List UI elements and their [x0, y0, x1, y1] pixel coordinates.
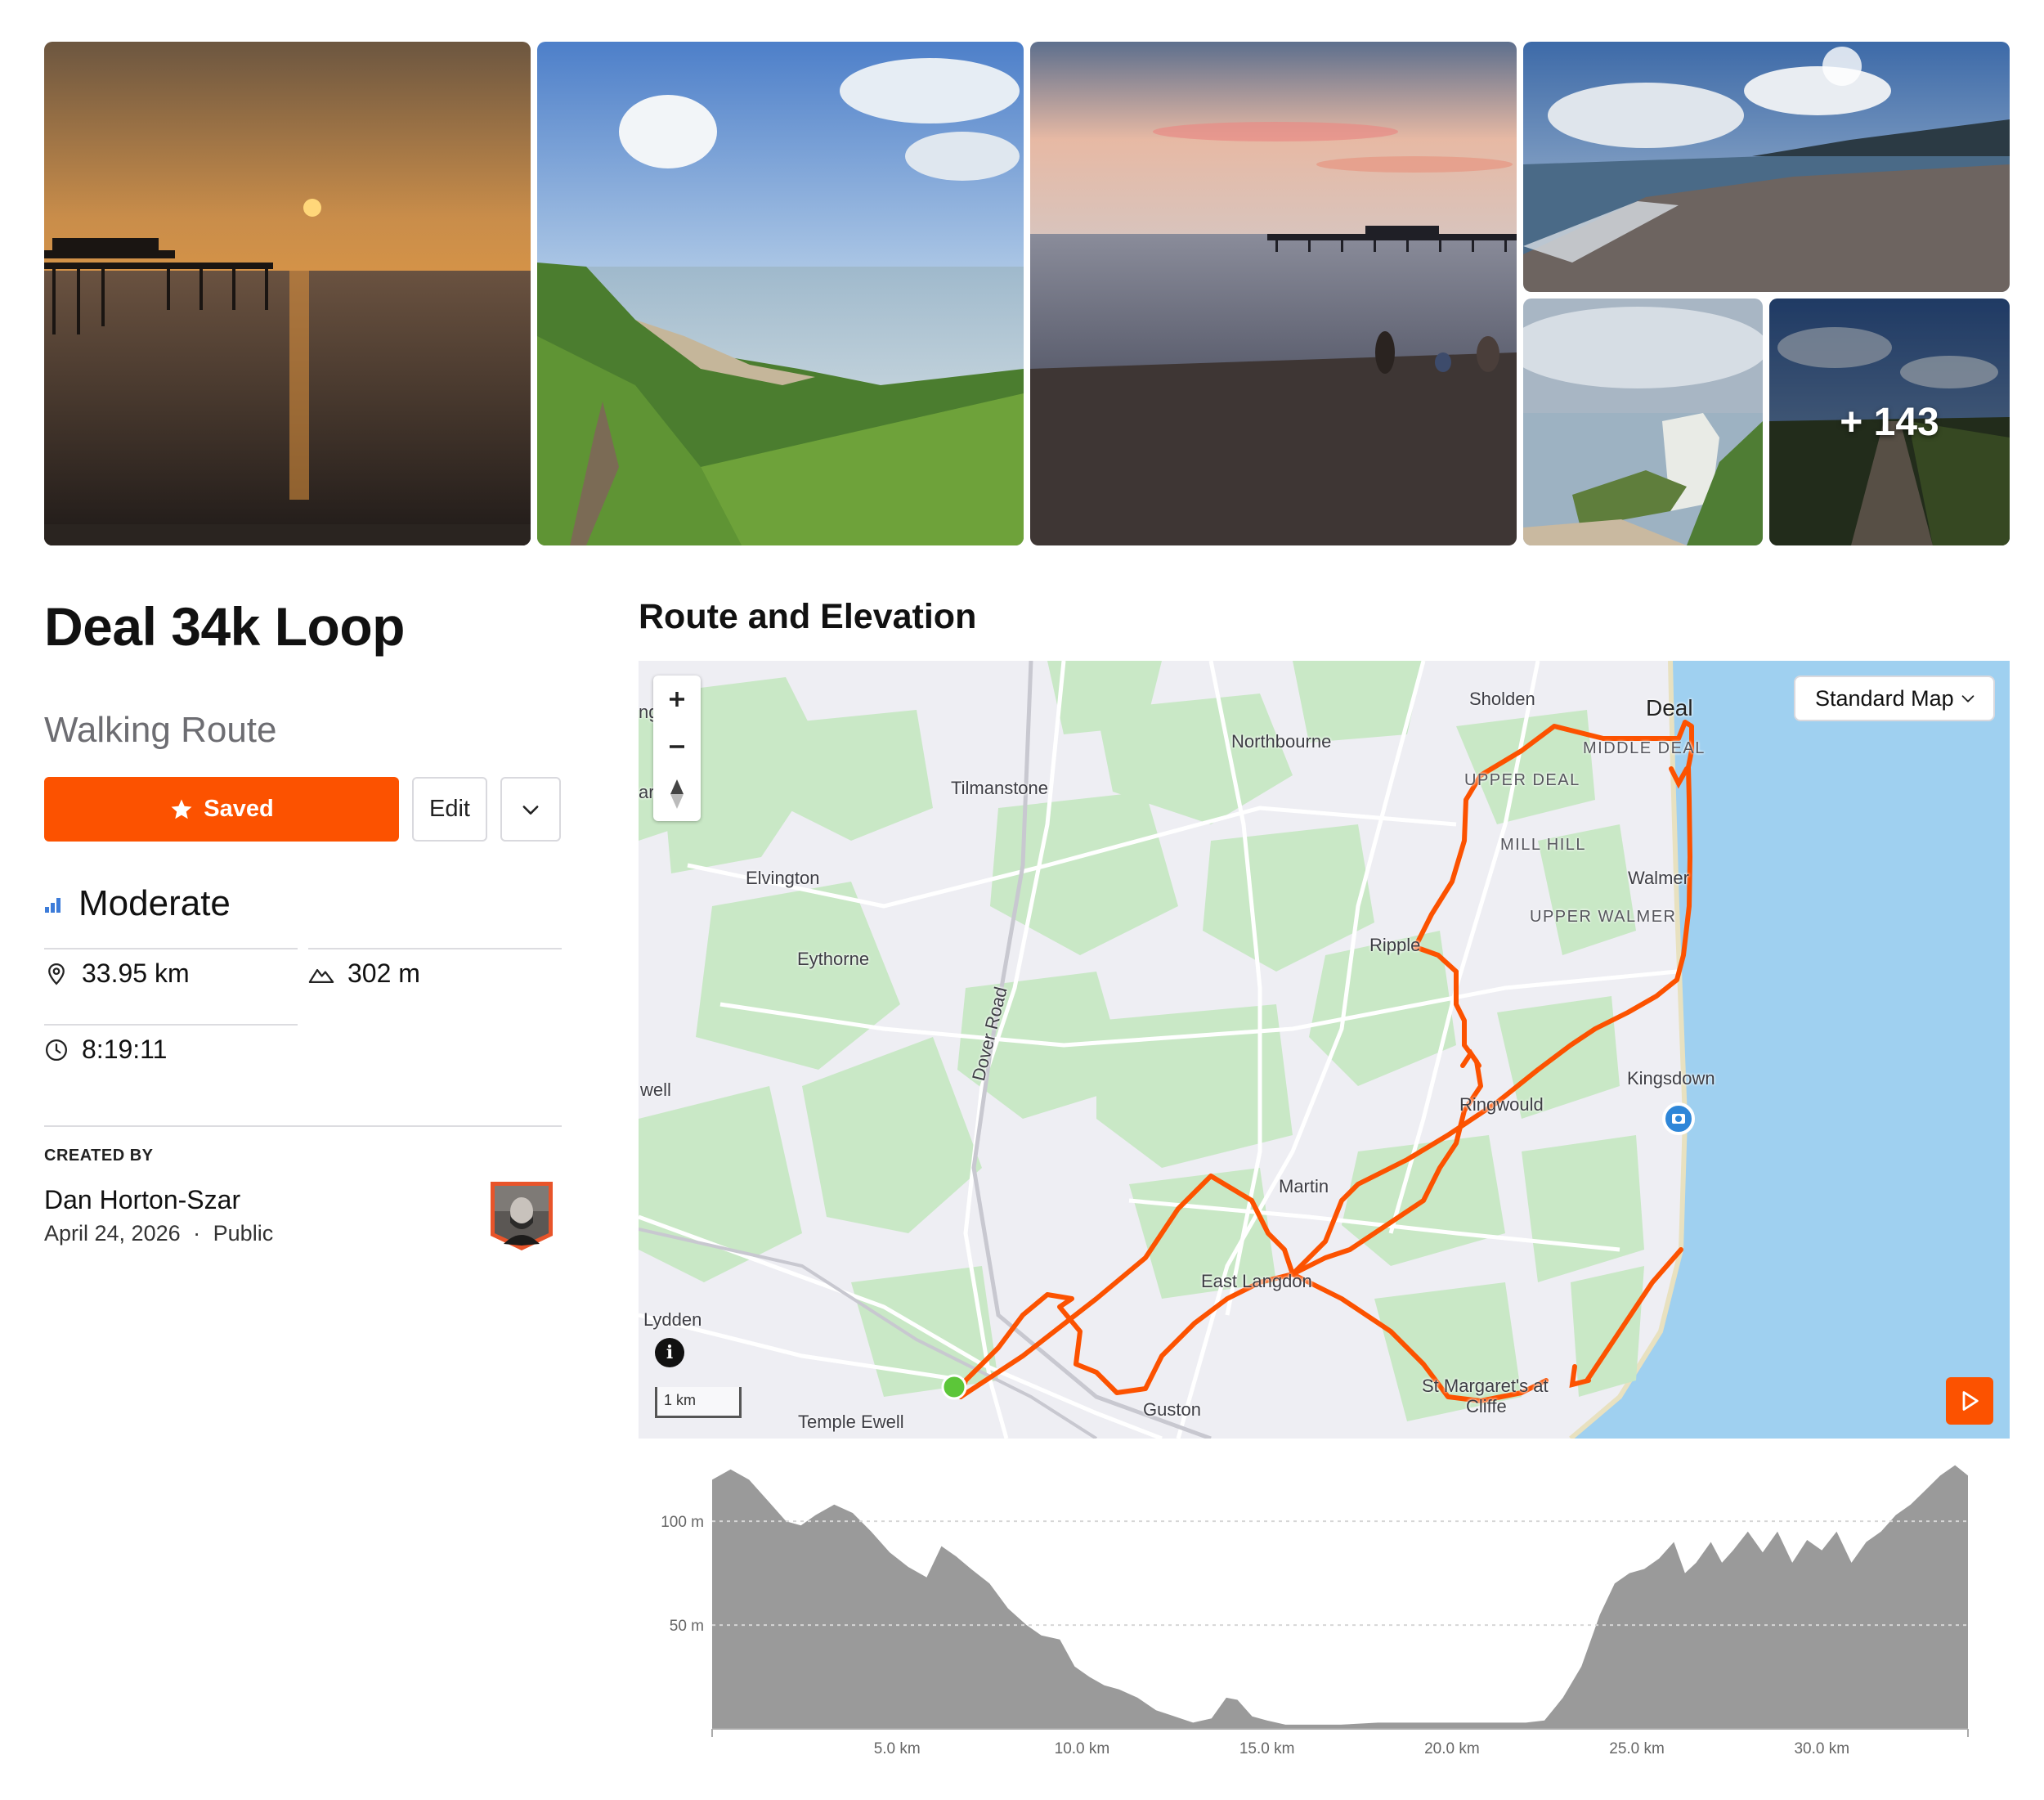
- map-label-upper-walmer: UPPER WALMER: [1530, 908, 1677, 926]
- divider: [44, 1024, 298, 1026]
- elevation-gain-stat: 302 m: [308, 958, 420, 989]
- map-label-temple-ewell: Temple Ewell: [798, 1412, 904, 1432]
- y-tick-label: 100 m: [661, 1514, 704, 1531]
- footpath-photo[interactable]: + 143: [1769, 299, 2010, 545]
- white-cliffs-photo[interactable]: [1523, 299, 1763, 545]
- x-tick-label: 15.0 km: [1239, 1740, 1295, 1757]
- section-title: Route and Elevation: [639, 597, 977, 636]
- compass-reset-button[interactable]: [653, 770, 701, 818]
- distance-value: 33.95 km: [82, 958, 190, 988]
- difficulty-label: Moderate: [78, 883, 231, 923]
- y-tick-label: 50 m: [670, 1618, 704, 1635]
- minus-icon: [670, 745, 684, 748]
- map-label-ringwould: Ringwould: [1459, 1094, 1544, 1115]
- map-label-walmer: Walmer: [1628, 868, 1689, 888]
- saved-button[interactable]: Saved: [44, 777, 399, 842]
- zoom-control: [653, 676, 701, 821]
- map-label-elvington: Elvington: [746, 868, 820, 888]
- map-label-guston: Guston: [1143, 1399, 1201, 1420]
- start-marker[interactable]: [941, 1374, 967, 1400]
- map-type-label: Standard Map: [1815, 685, 1954, 711]
- photo-location-marker[interactable]: [1662, 1102, 1695, 1135]
- route-type: Walking Route: [44, 710, 277, 750]
- mountain-icon: [308, 968, 334, 983]
- photo-gallery: + 143: [44, 42, 2010, 545]
- duration-stat: 8:19:11: [44, 1035, 167, 1065]
- location-pin-icon: [48, 963, 65, 985]
- elevation-gain-value: 302 m: [347, 958, 420, 988]
- x-tick-label: 20.0 km: [1424, 1740, 1480, 1757]
- info-icon: i: [666, 1342, 674, 1363]
- x-tick-label: 25.0 km: [1609, 1740, 1665, 1757]
- more-photos-count[interactable]: + 143: [1769, 299, 2010, 545]
- more-options-button[interactable]: [500, 777, 561, 842]
- map-label-well: well: [640, 1080, 671, 1100]
- difficulty: Moderate: [44, 883, 231, 924]
- divider: [44, 948, 298, 949]
- divider: [44, 1125, 562, 1127]
- map-label-upper-deal: UPPER DEAL: [1464, 771, 1580, 789]
- saved-label: Saved: [204, 796, 274, 822]
- elevation-area: [712, 1465, 1968, 1729]
- elevation-chart[interactable]: 100 m 50 m 5.0 km 10.0 km 15.0 km 20.0 km 25.0…: [639, 1451, 2010, 1762]
- map-label-st-margarets: St Margaret's at: [1422, 1376, 1549, 1396]
- created-date: April 24, 2026: [44, 1221, 181, 1246]
- duration-value: 8:19:11: [82, 1035, 168, 1064]
- created-by-label: CREATED BY: [44, 1147, 154, 1165]
- cliff-path-photo[interactable]: [537, 42, 1024, 545]
- clock-icon: [46, 1039, 67, 1061]
- flyover-play-button[interactable]: [1946, 1377, 1993, 1425]
- map-label-tilmanstone: Tilmanstone: [951, 778, 1049, 798]
- play-icon: [1962, 1391, 1979, 1411]
- map-label-kingsdown: Kingsdown: [1627, 1068, 1715, 1089]
- map-label-northbourne: Northbourne: [1231, 731, 1332, 752]
- map-scale-bar: 1 km: [655, 1387, 742, 1418]
- zoom-in-button[interactable]: [653, 676, 701, 723]
- beach-pier-dusk-photo[interactable]: [1030, 42, 1517, 545]
- x-tick-label: 30.0 km: [1794, 1740, 1849, 1757]
- map-label-deal: Deal: [1646, 695, 1693, 720]
- avatar[interactable]: [487, 1178, 556, 1254]
- star-icon: [171, 799, 192, 819]
- map-label-middle-deal: MIDDLE DEAL: [1583, 739, 1706, 757]
- chevron-down-icon: [522, 805, 539, 815]
- meta-separator: ·: [193, 1221, 201, 1246]
- edit-button[interactable]: Edit: [412, 777, 487, 842]
- author-name[interactable]: Dan Horton-Szar: [44, 1185, 240, 1215]
- visibility: Public: [213, 1221, 274, 1246]
- map-label-lydden: Lydden: [643, 1309, 702, 1330]
- pier-sunrise-photo[interactable]: [44, 42, 531, 545]
- map-label-edge-ar: ar: [639, 782, 655, 802]
- chevron-down-icon: [1961, 695, 1975, 702]
- distance-stat: 33.95 km: [44, 958, 190, 989]
- map-label-ripple: Ripple: [1369, 935, 1421, 955]
- route-map[interactable]: Deal Sholden MIDDLE DEAL UPPER DEAL Nort…: [639, 661, 2010, 1439]
- map-label-st-margarets-cliffe: Cliffe: [1466, 1396, 1507, 1416]
- difficulty-bars-icon: [45, 898, 61, 913]
- map-label-eythorne: Eythorne: [797, 949, 870, 969]
- zoom-out-button[interactable]: [653, 723, 701, 770]
- divider: [308, 948, 562, 949]
- elevation-chart-svg: 100 m 50 m 5.0 km 10.0 km 15.0 km 20.0 km 25.0…: [661, 1465, 1969, 1757]
- route-title: Deal 34k Loop: [44, 596, 405, 657]
- map-label-east-langdon: East Langdon: [1201, 1271, 1312, 1291]
- map-label-sholden: Sholden: [1469, 689, 1535, 709]
- map-label-mill-hill: MILL HILL: [1500, 836, 1587, 854]
- map-type-select[interactable]: Standard Map: [1794, 676, 1995, 721]
- x-tick-label: 5.0 km: [874, 1740, 921, 1757]
- map-label-martin: Martin: [1279, 1176, 1329, 1196]
- map-info-button[interactable]: i: [655, 1338, 684, 1367]
- compass-icon: [670, 779, 684, 809]
- plus-icon: [670, 692, 684, 707]
- route-meta: April 24, 2026 · Public: [44, 1221, 273, 1246]
- shingle-beach-photo[interactable]: [1523, 42, 2010, 292]
- x-tick-label: 10.0 km: [1055, 1740, 1110, 1757]
